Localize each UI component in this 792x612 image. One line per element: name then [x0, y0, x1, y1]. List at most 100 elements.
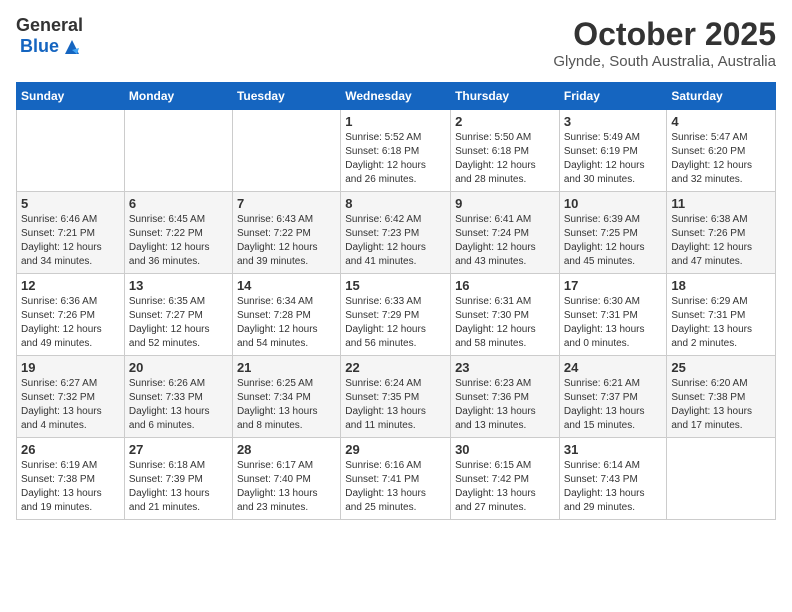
day-info: Sunrise: 6:45 AM Sunset: 7:22 PM Dayligh…: [129, 213, 228, 269]
calendar-cell: 29 Sunrise: 6:16 AM Sunset: 7:41 PM Dayli…: [341, 438, 451, 520]
day-number: 30: [455, 442, 555, 457]
calendar-cell: 19 Sunrise: 6:27 AM Sunset: 7:32 PM Dayli…: [17, 356, 125, 438]
day-number: 9: [455, 196, 555, 211]
weekday-header-friday: Friday: [559, 83, 667, 110]
calendar-cell: 5 Sunrise: 6:46 AM Sunset: 7:21 PM Daylig…: [17, 192, 125, 274]
day-info: Sunrise: 6:29 AM Sunset: 7:31 PM Dayligh…: [671, 295, 771, 351]
calendar-week-row: 12Sunrise: 6:36 AM Sunset: 7:26 PM Dayli…: [17, 274, 776, 356]
logo-blue: Blue: [20, 37, 59, 57]
calendar-cell: [17, 110, 125, 192]
day-info: Sunrise: 6:14 AM Sunset: 7:43 PM Dayligh…: [564, 459, 663, 515]
day-number: 8: [345, 196, 446, 211]
calendar-cell: 26 Sunrise: 6:19 AM Sunset: 7:38 PM Dayli…: [17, 438, 125, 520]
day-info: Sunrise: 5:47 AM Sunset: 6:20 PM Dayligh…: [671, 131, 771, 187]
calendar-cell: 23 Sunrise: 6:23 AM Sunset: 7:36 PM Dayli…: [451, 356, 560, 438]
weekday-header-wednesday: Wednesday: [341, 83, 451, 110]
calendar-week-row: 26 Sunrise: 6:19 AM Sunset: 7:38 PM Dayli…: [17, 438, 776, 520]
day-number: 28: [237, 442, 336, 457]
calendar-week-row: 1 Sunrise: 5:52 AM Sunset: 6:18 PM Daylig…: [17, 110, 776, 192]
calendar-cell: 3 Sunrise: 5:49 AM Sunset: 6:19 PM Daylig…: [559, 110, 667, 192]
calendar-cell: 9Sunrise: 6:41 AM Sunset: 7:24 PM Daylig…: [451, 192, 560, 274]
day-number: 15: [345, 278, 446, 293]
day-info: Sunrise: 5:49 AM Sunset: 6:19 PM Dayligh…: [564, 131, 663, 187]
calendar-cell: 31 Sunrise: 6:14 AM Sunset: 7:43 PM Dayli…: [559, 438, 667, 520]
day-info: Sunrise: 6:46 AM Sunset: 7:21 PM Dayligh…: [21, 213, 120, 269]
day-info: Sunrise: 6:39 AM Sunset: 7:25 PM Dayligh…: [564, 213, 663, 269]
calendar-cell: 7Sunrise: 6:43 AM Sunset: 7:22 PM Daylig…: [232, 192, 340, 274]
calendar-cell: 1 Sunrise: 5:52 AM Sunset: 6:18 PM Daylig…: [341, 110, 451, 192]
calendar-cell: 14Sunrise: 6:34 AM Sunset: 7:28 PM Dayli…: [232, 274, 340, 356]
day-number: 21: [237, 360, 336, 375]
calendar-cell: [667, 438, 776, 520]
calendar-cell: 13Sunrise: 6:35 AM Sunset: 7:27 PM Dayli…: [124, 274, 232, 356]
day-info: Sunrise: 6:36 AM Sunset: 7:26 PM Dayligh…: [21, 295, 120, 351]
calendar-cell: 6 Sunrise: 6:45 AM Sunset: 7:22 PM Daylig…: [124, 192, 232, 274]
calendar-cell: 21Sunrise: 6:25 AM Sunset: 7:34 PM Dayli…: [232, 356, 340, 438]
day-number: 3: [564, 114, 663, 129]
day-number: 7: [237, 196, 336, 211]
day-info: Sunrise: 6:17 AM Sunset: 7:40 PM Dayligh…: [237, 459, 336, 515]
day-info: Sunrise: 6:31 AM Sunset: 7:30 PM Dayligh…: [455, 295, 555, 351]
day-number: 27: [129, 442, 228, 457]
day-number: 4: [671, 114, 771, 129]
weekday-header-monday: Monday: [124, 83, 232, 110]
logo: General Blue: [16, 16, 83, 58]
calendar-week-row: 19 Sunrise: 6:27 AM Sunset: 7:32 PM Dayli…: [17, 356, 776, 438]
calendar-cell: 16 Sunrise: 6:31 AM Sunset: 7:30 PM Dayli…: [451, 274, 560, 356]
logo-icon: [61, 36, 83, 58]
day-number: 31: [564, 442, 663, 457]
day-info: Sunrise: 6:24 AM Sunset: 7:35 PM Dayligh…: [345, 377, 446, 433]
day-number: 22: [345, 360, 446, 375]
day-number: 18: [671, 278, 771, 293]
day-number: 24: [564, 360, 663, 375]
day-info: Sunrise: 6:16 AM Sunset: 7:41 PM Dayligh…: [345, 459, 446, 515]
day-info: Sunrise: 5:52 AM Sunset: 6:18 PM Dayligh…: [345, 131, 446, 187]
day-number: 11: [671, 196, 771, 211]
calendar-cell: 11 Sunrise: 6:38 AM Sunset: 7:26 PM Dayli…: [667, 192, 776, 274]
day-number: 5: [21, 196, 120, 211]
calendar-cell: 18 Sunrise: 6:29 AM Sunset: 7:31 PM Dayli…: [667, 274, 776, 356]
calendar-cell: 15 Sunrise: 6:33 AM Sunset: 7:29 PM Dayli…: [341, 274, 451, 356]
day-info: Sunrise: 6:15 AM Sunset: 7:42 PM Dayligh…: [455, 459, 555, 515]
day-number: 20: [129, 360, 228, 375]
day-info: Sunrise: 6:30 AM Sunset: 7:31 PM Dayligh…: [564, 295, 663, 351]
day-info: Sunrise: 6:19 AM Sunset: 7:38 PM Dayligh…: [21, 459, 120, 515]
month-title: October 2025: [553, 16, 776, 53]
calendar-cell: 24 Sunrise: 6:21 AM Sunset: 7:37 PM Dayli…: [559, 356, 667, 438]
day-info: Sunrise: 6:33 AM Sunset: 7:29 PM Dayligh…: [345, 295, 446, 351]
calendar-cell: 30 Sunrise: 6:15 AM Sunset: 7:42 PM Dayli…: [451, 438, 560, 520]
calendar-cell: 20 Sunrise: 6:26 AM Sunset: 7:33 PM Dayli…: [124, 356, 232, 438]
day-info: Sunrise: 6:18 AM Sunset: 7:39 PM Dayligh…: [129, 459, 228, 515]
day-number: 1: [345, 114, 446, 129]
weekday-header-sunday: Sunday: [17, 83, 125, 110]
weekday-header-thursday: Thursday: [451, 83, 560, 110]
day-info: Sunrise: 6:26 AM Sunset: 7:33 PM Dayligh…: [129, 377, 228, 433]
calendar-cell: 25 Sunrise: 6:20 AM Sunset: 7:38 PM Dayli…: [667, 356, 776, 438]
day-info: Sunrise: 6:34 AM Sunset: 7:28 PM Dayligh…: [237, 295, 336, 351]
page-header: General Blue October 2025 Glynde, South …: [16, 16, 776, 70]
day-number: 2: [455, 114, 555, 129]
calendar-cell: 12Sunrise: 6:36 AM Sunset: 7:26 PM Dayli…: [17, 274, 125, 356]
day-number: 6: [129, 196, 228, 211]
day-info: Sunrise: 6:23 AM Sunset: 7:36 PM Dayligh…: [455, 377, 555, 433]
day-number: 25: [671, 360, 771, 375]
calendar-cell: [124, 110, 232, 192]
calendar-cell: 27 Sunrise: 6:18 AM Sunset: 7:39 PM Dayli…: [124, 438, 232, 520]
calendar-cell: 28 Sunrise: 6:17 AM Sunset: 7:40 PM Dayli…: [232, 438, 340, 520]
day-number: 26: [21, 442, 120, 457]
day-info: Sunrise: 6:27 AM Sunset: 7:32 PM Dayligh…: [21, 377, 120, 433]
day-number: 17: [564, 278, 663, 293]
day-info: Sunrise: 6:20 AM Sunset: 7:38 PM Dayligh…: [671, 377, 771, 433]
logo-general: General: [16, 16, 83, 36]
calendar-cell: 8Sunrise: 6:42 AM Sunset: 7:23 PM Daylig…: [341, 192, 451, 274]
day-info: Sunrise: 6:38 AM Sunset: 7:26 PM Dayligh…: [671, 213, 771, 269]
day-number: 29: [345, 442, 446, 457]
day-number: 16: [455, 278, 555, 293]
day-number: 19: [21, 360, 120, 375]
location-title: Glynde, South Australia, Australia: [553, 53, 776, 70]
weekday-header-row: SundayMondayTuesdayWednesdayThursdayFrid…: [17, 83, 776, 110]
day-info: Sunrise: 6:21 AM Sunset: 7:37 PM Dayligh…: [564, 377, 663, 433]
calendar-table: SundayMondayTuesdayWednesdayThursdayFrid…: [16, 82, 776, 520]
calendar-cell: [232, 110, 340, 192]
day-number: 23: [455, 360, 555, 375]
